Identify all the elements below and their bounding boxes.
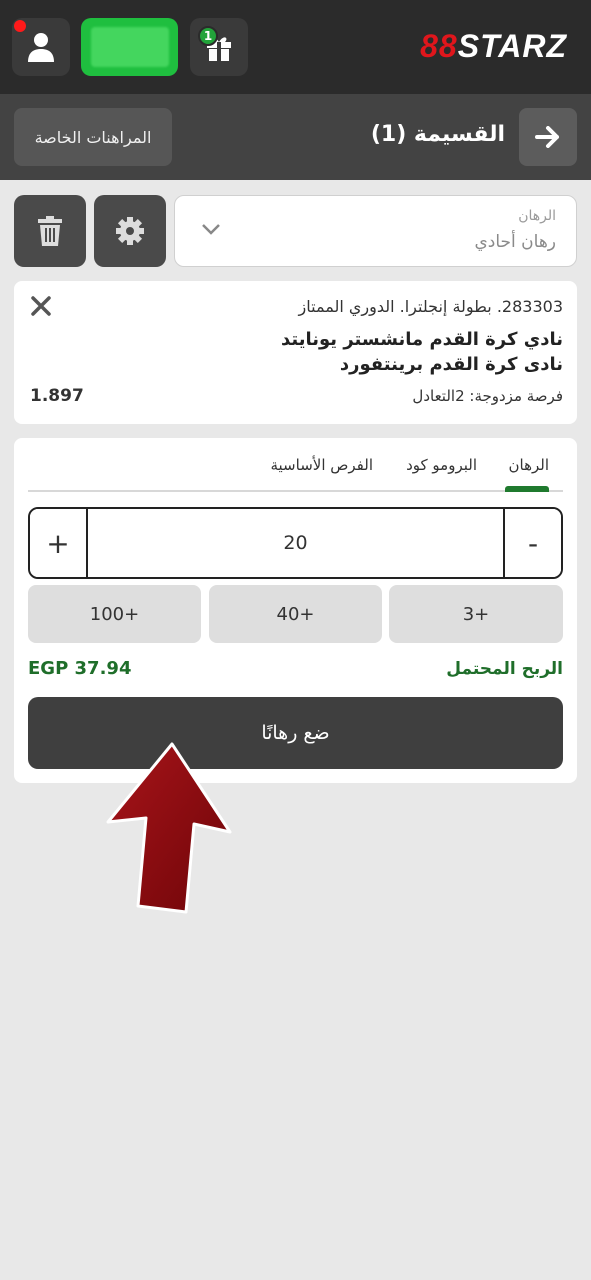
event-odds: 1.897 bbox=[30, 386, 84, 406]
bet-event-card: 283303. بطولة إنجلترا. الدوري الممتاز نا… bbox=[14, 281, 577, 424]
bet-type-label: الرهان bbox=[518, 208, 556, 224]
quick-amount-100[interactable]: 100+ bbox=[28, 585, 201, 643]
team-home: نادي كرة القدم مانشستر يونايتد bbox=[281, 329, 563, 350]
decrease-button[interactable]: - bbox=[503, 509, 561, 577]
bet-type-value: رهان أحادي bbox=[474, 232, 556, 252]
tab-main-odds[interactable]: الفرص الأساسية bbox=[270, 456, 373, 474]
stake-card: الرهان البرومو كود الفرص الأساسية + 20 -… bbox=[14, 438, 577, 783]
gift-badge: 1 bbox=[198, 26, 218, 46]
increase-button[interactable]: + bbox=[30, 509, 88, 577]
special-bets-button[interactable]: المراهنات الخاصة bbox=[14, 108, 172, 166]
arrow-right-icon bbox=[535, 126, 559, 148]
chevron-down-icon bbox=[202, 224, 220, 235]
stake-amount-input[interactable]: 20 bbox=[88, 509, 503, 577]
top-bar: 1 88 STARZ bbox=[0, 0, 591, 94]
event-market: فرصة مزدوجة: 2التعادل bbox=[412, 387, 563, 405]
gear-icon bbox=[116, 217, 144, 245]
bet-type-select[interactable]: الرهان رهان أحادي bbox=[174, 195, 577, 267]
brand-logo: 88 STARZ bbox=[420, 28, 567, 64]
delete-button[interactable] bbox=[14, 195, 86, 267]
annotation-arrow-icon bbox=[106, 742, 232, 914]
notification-dot bbox=[14, 20, 26, 32]
quick-amount-3[interactable]: 3+ bbox=[389, 585, 563, 643]
trash-icon bbox=[38, 216, 62, 246]
stake-stepper: + 20 - bbox=[28, 507, 563, 579]
potential-profit-label: الربح المحتمل bbox=[446, 659, 563, 679]
quick-amounts: 100+ 40+ 3+ bbox=[28, 585, 563, 643]
tab-bet[interactable]: الرهان bbox=[508, 456, 549, 474]
gift-button[interactable] bbox=[190, 18, 248, 76]
potential-profit-value: EGP 37.94 bbox=[28, 658, 132, 679]
tab-promo-code[interactable]: البرومو كود bbox=[406, 456, 477, 474]
event-teams: نادي كرة القدم مانشستر يونايتد نادى كرة … bbox=[281, 327, 563, 377]
settings-button[interactable] bbox=[94, 195, 166, 267]
close-icon[interactable] bbox=[30, 295, 52, 317]
quick-amount-40[interactable]: 40+ bbox=[209, 585, 382, 643]
back-button[interactable] bbox=[519, 108, 577, 166]
coupon-header: المراهنات الخاصة القسيمة (1) bbox=[0, 94, 591, 180]
user-icon bbox=[28, 33, 54, 62]
balance-button[interactable] bbox=[81, 18, 178, 76]
stake-tabs: الرهان البرومو كود الفرص الأساسية bbox=[28, 452, 563, 492]
active-tab-indicator bbox=[505, 486, 549, 492]
team-away: نادى كرة القدم برينتفورد bbox=[339, 354, 563, 375]
event-league: 283303. بطولة إنجلترا. الدوري الممتاز bbox=[298, 297, 563, 316]
coupon-title: القسيمة (1) bbox=[370, 122, 505, 147]
